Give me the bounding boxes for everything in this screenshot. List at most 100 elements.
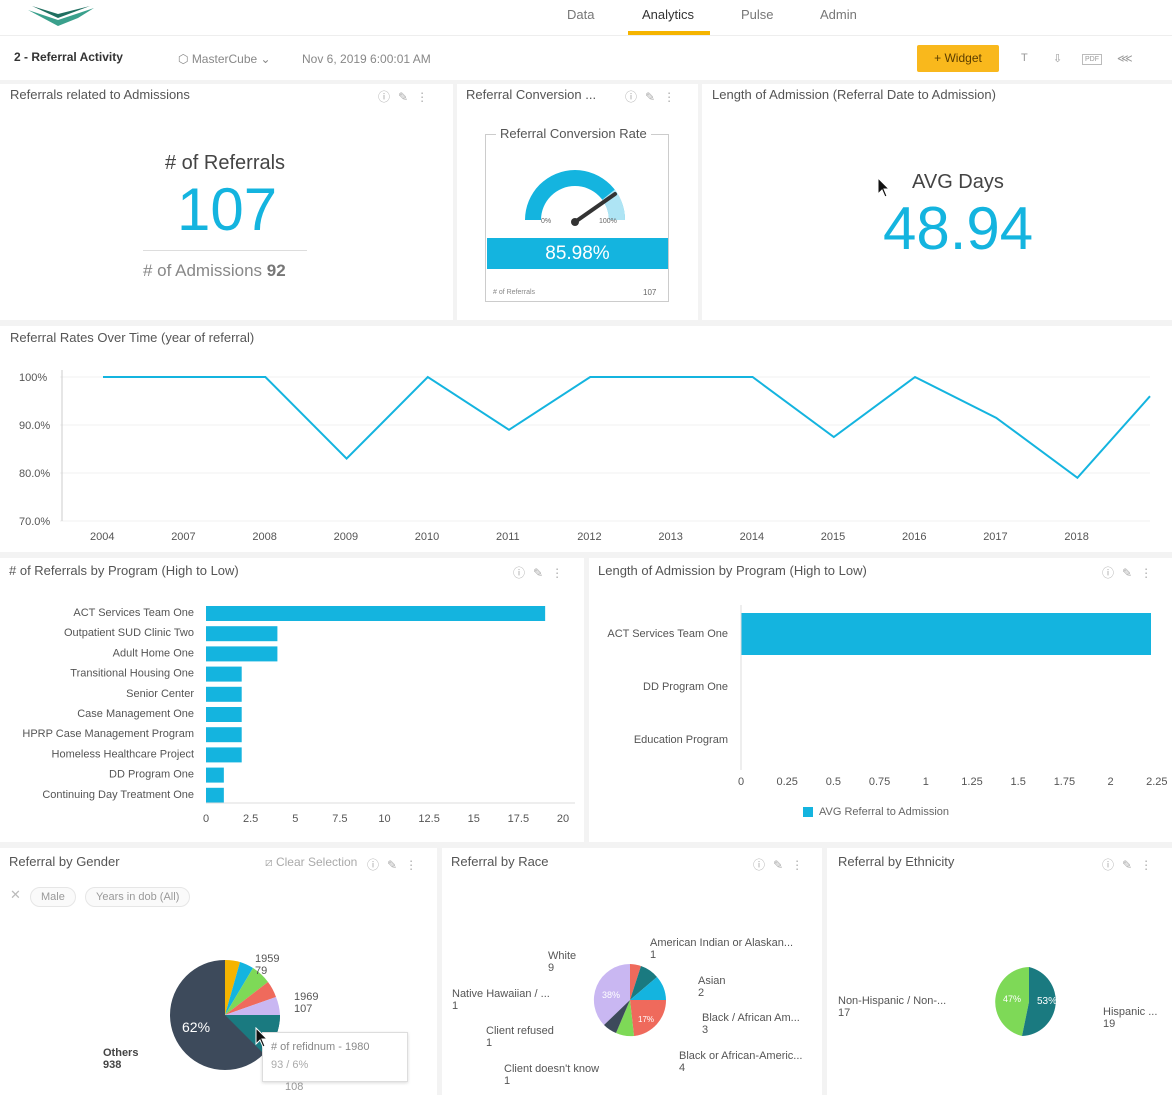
more-icon[interactable]: ⋮ [1140, 566, 1160, 580]
x-tick-label: 1 [923, 776, 929, 788]
bar [206, 727, 242, 743]
edit-icon[interactable]: ✎ [387, 858, 405, 872]
bar [741, 613, 1151, 655]
tab-data[interactable]: Data [567, 7, 594, 22]
x-tick-label: 0.25 [776, 776, 797, 788]
panel-title-race: Referral by Race [451, 854, 549, 869]
pie-label-others: Others 938 [103, 1047, 139, 1071]
x-tick-label: 5 [292, 813, 298, 825]
x-tick-label: 2018 [1064, 531, 1088, 543]
kpi-value-avg-days: 48.94 [883, 195, 1034, 262]
more-icon[interactable]: ⋮ [416, 90, 436, 104]
race-label-white: White 9 [548, 950, 577, 974]
x-tick-label: 2017 [983, 531, 1007, 543]
panel-actions[interactable]: ⓘ✎⋮ [513, 564, 571, 581]
tab-admin[interactable]: Admin [820, 7, 857, 22]
category-label: Education Program [634, 734, 728, 746]
more-icon[interactable]: ⋮ [405, 858, 425, 872]
text-icon[interactable]: T [1021, 52, 1028, 64]
export-icon[interactable]: ⇩ [1053, 52, 1062, 65]
category-label: Transitional Housing One [70, 668, 194, 680]
gauge-value: 85.98% [487, 238, 668, 269]
info-icon[interactable]: ⓘ [625, 90, 645, 104]
x-tick-label: 7.5 [332, 813, 347, 825]
panel-actions[interactable]: ⓘ✎⋮ [1102, 564, 1160, 581]
info-icon[interactable]: ⓘ [1102, 858, 1122, 872]
y-tick-label: 80.0% [19, 468, 50, 480]
category-label: ACT Services Team One [73, 607, 194, 619]
race-red-pct: 17% [638, 1015, 654, 1024]
category-label: Homeless Healthcare Project [52, 748, 194, 760]
filter-chip-years[interactable]: Years in dob (All) [85, 887, 191, 907]
legend-label[interactable]: AVG Referral to Admission [819, 806, 949, 818]
info-icon[interactable]: ⓘ [753, 858, 773, 872]
panel-actions[interactable]: ⓘ✎⋮ [378, 88, 436, 105]
logo-icon [28, 6, 98, 33]
x-tick-label: 15 [468, 813, 480, 825]
x-tick-label: 2 [1108, 776, 1114, 788]
panel-title-length-program: Length of Admission by Program (High to … [598, 563, 867, 578]
panel-title-length-admission: Length of Admission (Referral Date to Ad… [712, 87, 996, 102]
edit-icon[interactable]: ✎ [645, 90, 663, 104]
x-tick-label: 2007 [171, 531, 195, 543]
pie-label-108: 108 [285, 1081, 304, 1093]
tab-analytics[interactable]: Analytics [642, 7, 694, 22]
dashboard-title[interactable]: 2 - Referral Activity [14, 50, 123, 64]
info-icon[interactable]: ⓘ [1102, 566, 1122, 580]
close-filter-icon[interactable]: ✕ [10, 887, 21, 903]
tab-pulse[interactable]: Pulse [741, 7, 774, 22]
info-icon[interactable]: ⓘ [378, 90, 398, 104]
x-tick-label: 1.5 [1011, 776, 1026, 788]
x-tick-label: 2013 [658, 531, 682, 543]
x-tick-label: 2.25 [1146, 776, 1167, 788]
x-tick-label: 2014 [740, 531, 764, 543]
add-widget-button[interactable]: + Widget [917, 45, 999, 72]
x-tick-label: 2010 [415, 531, 439, 543]
clear-selection-label: Clear Selection [275, 855, 358, 869]
panel-actions[interactable]: ⓘ✎⋮ [367, 856, 425, 873]
chart-tooltip: # of refidnum - 1980 93 / 6% [262, 1032, 408, 1082]
edit-icon[interactable]: ✎ [1122, 566, 1140, 580]
kpi-label-referrals: # of Referrals [165, 152, 286, 174]
active-tab-indicator [628, 31, 710, 35]
x-tick-label: 20 [557, 813, 569, 825]
clear-selection-button[interactable]: ⧄ Clear Selection [265, 855, 357, 870]
more-icon[interactable]: ⋮ [551, 566, 571, 580]
more-icon[interactable]: ⋮ [791, 858, 811, 872]
pdf-icon[interactable]: PDF [1082, 54, 1102, 65]
panel-actions[interactable]: ⓘ✎⋮ [1102, 856, 1160, 873]
filter-chip-male[interactable]: Male [30, 887, 76, 907]
x-tick-label: 12.5 [418, 813, 439, 825]
category-label: Continuing Day Treatment One [42, 789, 194, 801]
x-tick-label: 2.5 [243, 813, 258, 825]
x-tick-label: 0 [738, 776, 744, 788]
edit-icon[interactable]: ✎ [773, 858, 791, 872]
gauge-title: Referral Conversion Rate [496, 126, 651, 141]
race-label-amer-indian: American Indian or Alaskan... 1 [650, 937, 794, 961]
share-icon[interactable]: ⋘ [1117, 52, 1133, 65]
gauge-chart: 0% 100% [525, 170, 626, 226]
y-tick-label: 90.0% [19, 420, 50, 432]
info-icon[interactable]: ⓘ [513, 566, 533, 580]
panel-actions[interactable]: ⓘ✎⋮ [625, 88, 683, 105]
bar [206, 747, 242, 763]
edit-icon[interactable]: ✎ [398, 90, 416, 104]
panel-actions[interactable]: ⓘ✎⋮ [753, 856, 811, 873]
edit-icon[interactable]: ✎ [533, 566, 551, 580]
panel-title-referrals-admissions: Referrals related to Admissions [10, 87, 190, 102]
info-icon[interactable]: ⓘ [367, 858, 387, 872]
x-tick-label: 0 [203, 813, 209, 825]
more-icon[interactable]: ⋮ [1140, 858, 1160, 872]
admissions-value: 92 [266, 261, 286, 280]
gauge-max-label: 100% [599, 218, 617, 225]
bar-chart-by-program: ACT Services Team One Outpatient SUD Clin… [22, 606, 575, 825]
more-icon[interactable]: ⋮ [663, 90, 683, 104]
race-label-dontknow: Client doesn't know 1 [504, 1063, 600, 1087]
panel-title-conversion: Referral Conversion ... [466, 87, 597, 102]
race-label-black-a: Black / African Am... 3 [702, 1012, 800, 1036]
cube-selector[interactable]: ⬡ MasterCube ⌄ [178, 52, 271, 66]
series-line [103, 375, 1151, 480]
edit-icon[interactable]: ✎ [1122, 858, 1140, 872]
x-tick-label: 0.5 [826, 776, 841, 788]
x-tick-label: 2016 [902, 531, 926, 543]
